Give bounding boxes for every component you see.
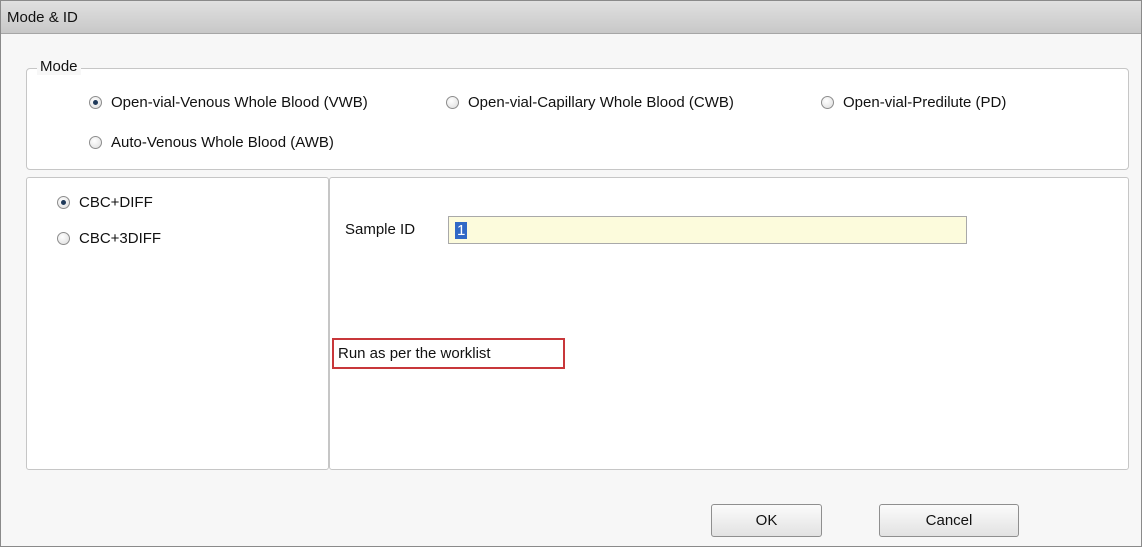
- radio-unchecked-icon: [89, 136, 102, 149]
- radio-unchecked-icon: [821, 96, 834, 109]
- worklist-label: Run as per the worklist: [338, 345, 491, 362]
- dialog-titlebar[interactable]: Mode & ID: [1, 1, 1141, 34]
- mode-group-legend: Mode: [37, 58, 81, 75]
- sample-id-value: 1: [455, 221, 468, 239]
- analysis-radio-cbc-3diff[interactable]: CBC+3DIFF: [57, 230, 161, 247]
- dialog-title: Mode & ID: [7, 9, 78, 26]
- mode-id-dialog: Mode & ID Mode Open-vial-Venous Whole Bl…: [0, 0, 1142, 547]
- sample-id-input[interactable]: 1: [448, 216, 967, 244]
- mode-radio-cwb[interactable]: Open-vial-Capillary Whole Blood (CWB): [446, 94, 734, 111]
- mode-radio-awb[interactable]: Auto-Venous Whole Blood (AWB): [89, 134, 334, 151]
- radio-unchecked-icon: [57, 232, 70, 245]
- mode-radio-pd-label: Open-vial-Predilute (PD): [843, 94, 1007, 111]
- cancel-button[interactable]: Cancel: [879, 504, 1019, 537]
- mode-radio-cwb-label: Open-vial-Capillary Whole Blood (CWB): [468, 94, 734, 111]
- analysis-radio-cbc-diff[interactable]: CBC+DIFF: [57, 194, 153, 211]
- radio-unchecked-icon: [446, 96, 459, 109]
- analysis-radio-cbc-3diff-label: CBC+3DIFF: [79, 230, 162, 247]
- mode-radio-pd[interactable]: Open-vial-Predilute (PD): [821, 94, 1006, 111]
- radio-checked-icon: [89, 96, 102, 109]
- mode-radio-vwb-label: Open-vial-Venous Whole Blood (VWB): [111, 94, 368, 111]
- mode-radio-awb-label: Auto-Venous Whole Blood (AWB): [111, 134, 334, 151]
- analysis-mode-panel: [26, 177, 329, 470]
- mode-group: [26, 68, 1129, 170]
- worklist-highlight-box: Run as per the worklist: [332, 338, 565, 369]
- radio-checked-icon: [57, 196, 70, 209]
- analysis-radio-cbc-diff-label: CBC+DIFF: [79, 194, 153, 211]
- sample-id-label: Sample ID: [345, 221, 416, 238]
- mode-radio-vwb[interactable]: Open-vial-Venous Whole Blood (VWB): [89, 94, 368, 111]
- ok-button[interactable]: OK: [711, 504, 822, 537]
